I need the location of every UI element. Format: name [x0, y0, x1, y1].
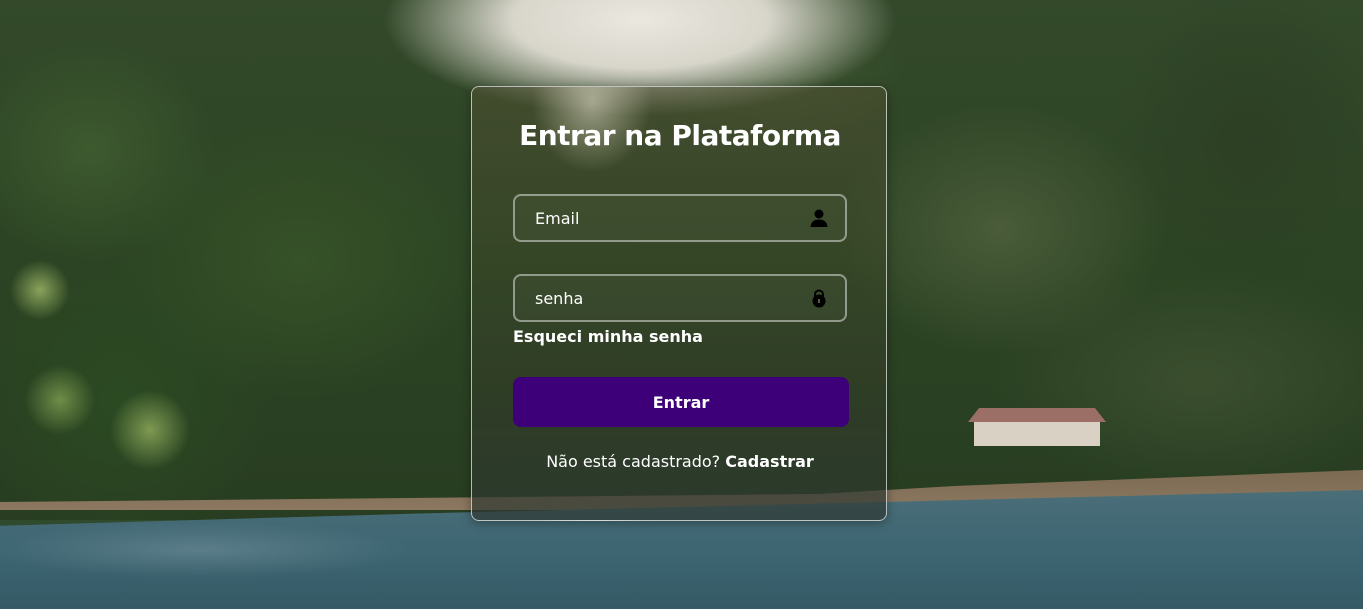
- register-link[interactable]: Cadastrar: [725, 452, 814, 471]
- foliage-highlight: [0, 230, 200, 510]
- user-icon: [810, 209, 828, 227]
- house-background: [968, 408, 1106, 448]
- login-card: Entrar na Plataforma Esqueci minha senha…: [471, 86, 887, 521]
- email-input[interactable]: [515, 196, 815, 240]
- password-input[interactable]: [515, 276, 815, 320]
- register-prompt-text: Não está cadastrado?: [546, 452, 726, 471]
- house-wall: [974, 422, 1100, 446]
- password-field-container: [513, 274, 847, 322]
- email-field-container: [513, 194, 847, 242]
- house-roof: [968, 408, 1106, 422]
- background-scene: Entrar na Plataforma Esqueci minha senha…: [0, 0, 1363, 609]
- login-button[interactable]: Entrar: [513, 377, 849, 427]
- forgot-password-link[interactable]: Esqueci minha senha: [513, 327, 703, 346]
- register-prompt-line: Não está cadastrado? Cadastrar: [472, 452, 888, 471]
- login-title: Entrar na Plataforma: [519, 119, 841, 152]
- lock-icon: [812, 289, 826, 308]
